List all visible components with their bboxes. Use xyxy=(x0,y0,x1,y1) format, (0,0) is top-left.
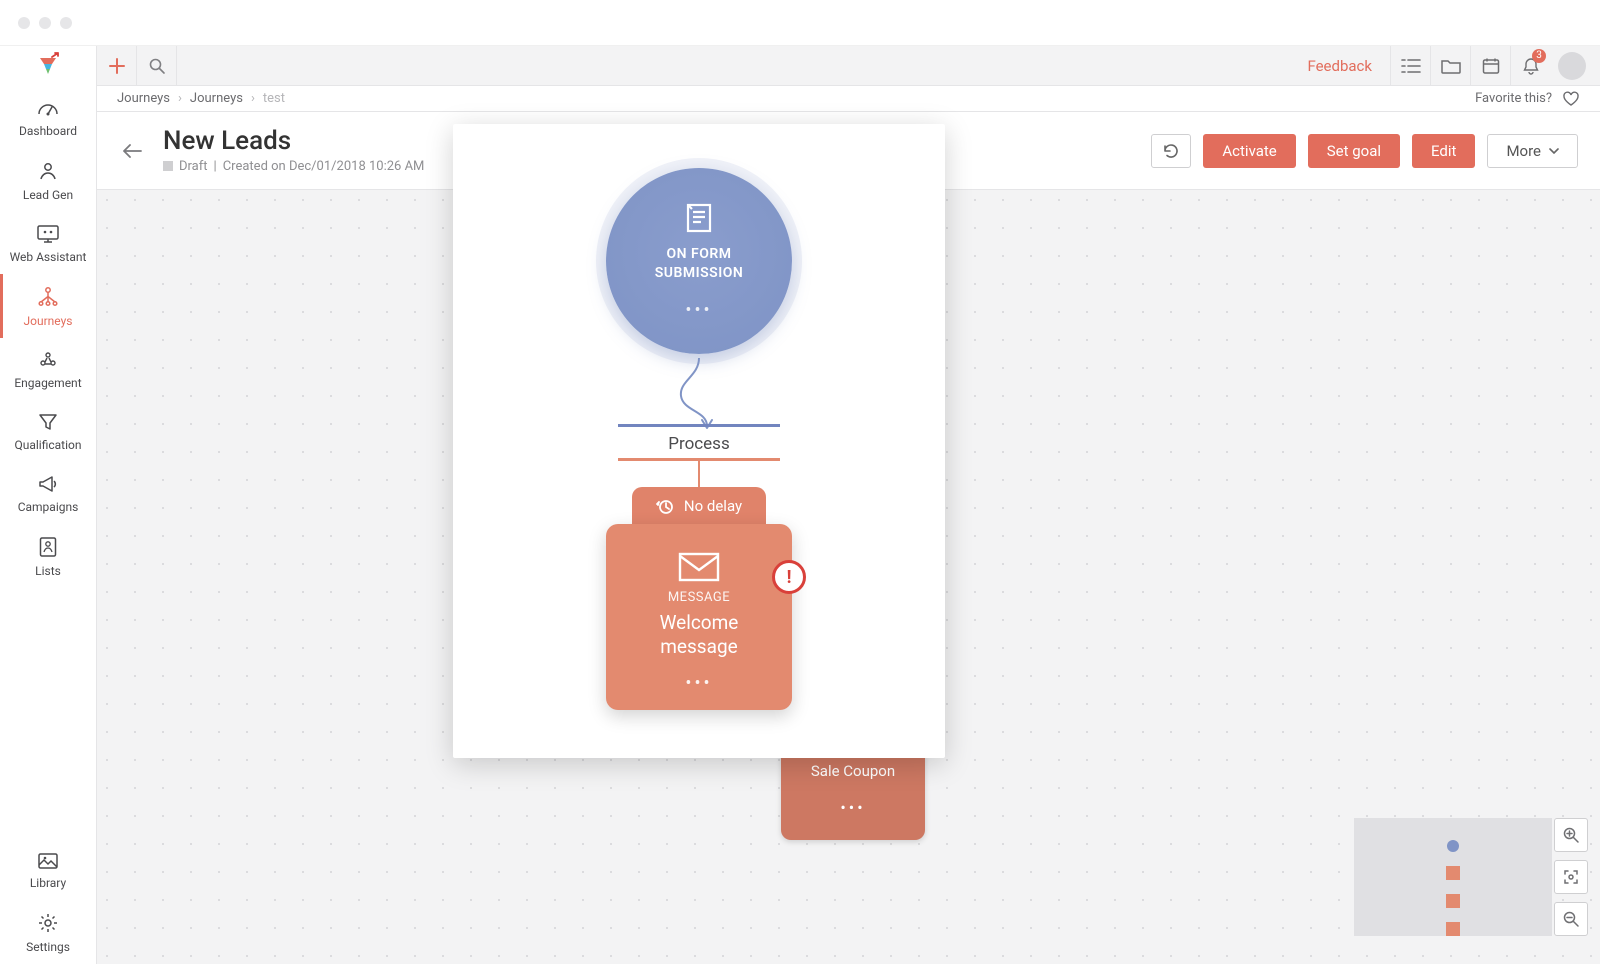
node-menu-icon[interactable]: ••• xyxy=(840,798,865,817)
traffic-light-max[interactable] xyxy=(60,17,72,29)
nav-lists[interactable]: Lists xyxy=(0,524,96,588)
edit-button[interactable]: Edit xyxy=(1412,134,1475,168)
breadcrumb: Journeys › Journeys › test xyxy=(117,91,285,106)
trigger-label: SUBMISSION xyxy=(655,264,744,283)
minimap-node xyxy=(1447,840,1459,852)
message-node[interactable]: MESSAGE Welcomemessage ••• ! xyxy=(606,524,792,710)
created-label: Created on Dec/01/2018 10:26 AM xyxy=(223,159,425,174)
topbar: Feedback 3 xyxy=(0,46,1600,86)
delay-pill[interactable]: No delay xyxy=(632,487,766,525)
nav-label: Library xyxy=(30,876,66,890)
nav-web-assistant[interactable]: Web Assistant xyxy=(0,212,96,274)
form-icon xyxy=(682,201,716,235)
zoom-fit-button[interactable] xyxy=(1554,860,1588,894)
chevron-right-icon: › xyxy=(251,91,255,106)
nav-label: Journeys xyxy=(24,314,73,328)
nav-engagement[interactable]: Engagement xyxy=(0,338,96,400)
search-button[interactable] xyxy=(137,46,177,86)
calendar-icon[interactable] xyxy=(1470,46,1510,86)
more-button[interactable]: More xyxy=(1487,134,1578,168)
minimap-node xyxy=(1446,866,1460,880)
connector-arrow-icon xyxy=(669,356,729,434)
feedback-link[interactable]: Feedback xyxy=(1289,57,1390,75)
nav-label: Settings xyxy=(26,940,70,954)
nav-settings[interactable]: Settings xyxy=(0,900,96,964)
minimap-node xyxy=(1446,922,1460,936)
connector-line xyxy=(698,461,700,489)
crumb-item[interactable]: Journeys xyxy=(117,91,170,106)
new-button[interactable] xyxy=(97,46,137,86)
avatar[interactable] xyxy=(1558,52,1586,80)
notifications-icon[interactable]: 3 xyxy=(1510,46,1550,86)
chevron-right-icon: › xyxy=(178,91,182,106)
window-chrome xyxy=(0,0,1600,46)
trigger-label: ON FORM xyxy=(666,245,731,264)
heart-icon[interactable] xyxy=(1562,91,1580,107)
traffic-light-close[interactable] xyxy=(18,17,30,29)
node-type-label: MESSAGE xyxy=(668,590,730,605)
node-name: Welcomemessage xyxy=(660,611,739,659)
minimap[interactable] xyxy=(1354,818,1552,936)
nav-campaigns[interactable]: Campaigns xyxy=(0,462,96,524)
process-divider-top xyxy=(618,424,780,427)
breadcrumb-bar: Journeys › Journeys › test Favorite this… xyxy=(97,86,1600,112)
app-logo[interactable] xyxy=(0,46,97,86)
traffic-light-min[interactable] xyxy=(39,17,51,29)
clock-icon xyxy=(656,497,674,515)
activate-button[interactable]: Activate xyxy=(1203,134,1295,168)
alert-badge[interactable]: ! xyxy=(772,560,806,594)
divider: | xyxy=(214,159,217,174)
zoom-controls xyxy=(1554,818,1588,936)
process-label: Process xyxy=(668,434,729,454)
nav-label: Engagement xyxy=(14,376,81,390)
envelope-icon xyxy=(678,552,720,582)
minimap-node xyxy=(1446,894,1460,908)
caret-down-icon xyxy=(1549,148,1559,154)
status-indicator xyxy=(163,161,173,171)
back-button[interactable] xyxy=(119,138,145,164)
left-nav: Dashboard Lead Gen Web Assistant Journey… xyxy=(0,86,97,964)
zoom-in-button[interactable] xyxy=(1554,818,1588,852)
folder-icon[interactable] xyxy=(1430,46,1470,86)
nav-label: Lists xyxy=(35,564,61,578)
nav-label: Lead Gen xyxy=(23,188,73,202)
nav-label: Campaigns xyxy=(18,500,79,514)
status-label: Draft xyxy=(179,159,208,174)
page-title: New Leads xyxy=(163,127,424,156)
node-menu-icon[interactable]: ••• xyxy=(685,673,712,694)
nav-label: Dashboard xyxy=(19,124,77,138)
notification-badge: 3 xyxy=(1532,49,1546,63)
delay-label: No delay xyxy=(684,497,742,515)
zoom-out-button[interactable] xyxy=(1554,902,1588,936)
refresh-button[interactable] xyxy=(1151,134,1191,168)
node-title: Sale Coupon xyxy=(811,762,895,780)
nav-dashboard[interactable]: Dashboard xyxy=(0,86,96,148)
set-goal-button[interactable]: Set goal xyxy=(1308,134,1400,168)
crumb-item[interactable]: Journeys xyxy=(190,91,243,106)
favorite-label: Favorite this? xyxy=(1475,91,1552,106)
node-menu-icon[interactable]: ••• xyxy=(685,300,712,321)
crumb-current: test xyxy=(263,91,285,106)
nav-label: Qualification xyxy=(14,438,81,452)
nav-journeys[interactable]: Journeys xyxy=(0,274,96,338)
trigger-node[interactable]: ON FORM SUBMISSION ••• xyxy=(606,168,792,354)
nav-label: Web Assistant xyxy=(10,250,87,264)
nav-lead-gen[interactable]: Lead Gen xyxy=(0,148,96,212)
journey-preview-modal: ON FORM SUBMISSION ••• Process No delay … xyxy=(453,124,945,758)
nav-qualification[interactable]: Qualification xyxy=(0,400,96,462)
nav-library[interactable]: Library xyxy=(0,840,96,900)
tasks-icon[interactable] xyxy=(1390,46,1430,86)
